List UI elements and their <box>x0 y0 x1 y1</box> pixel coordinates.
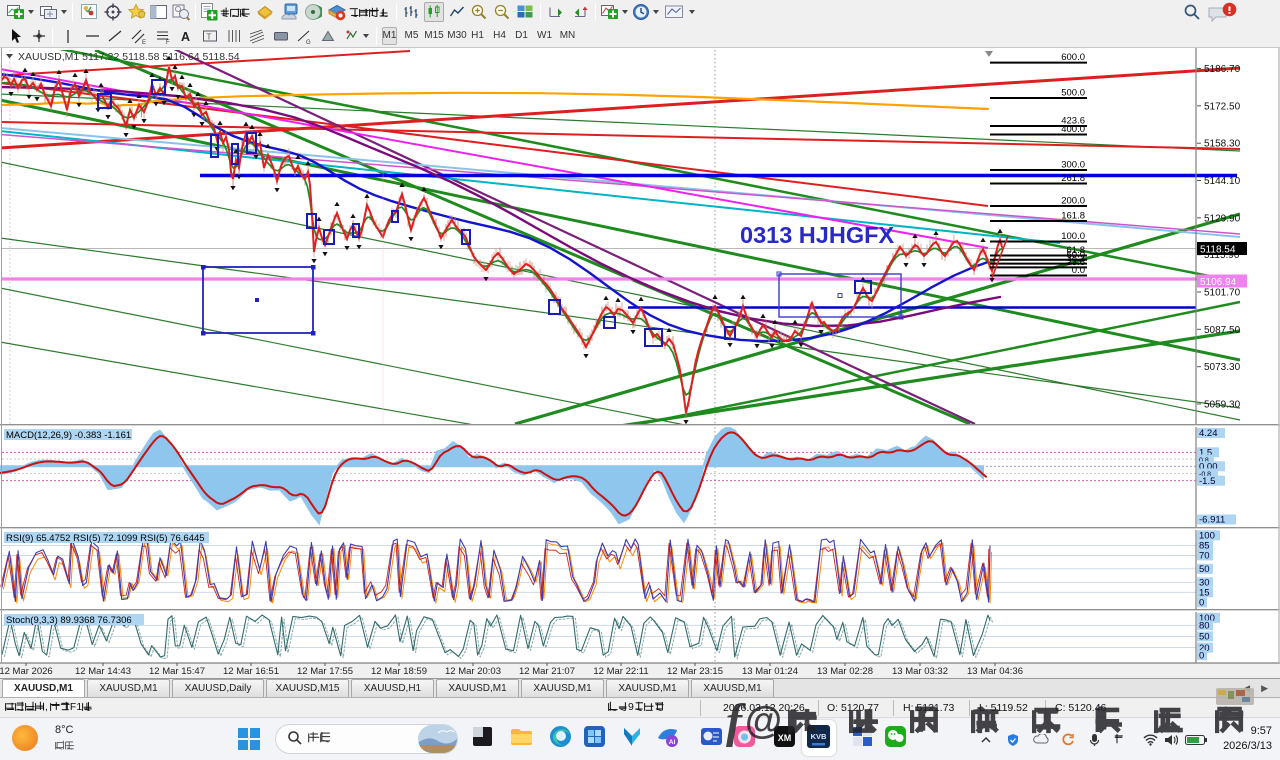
svg-text:G: G <box>306 40 311 45</box>
svg-text:50: 50 <box>1199 632 1210 643</box>
svg-text:200.0: 200.0 <box>1061 196 1085 207</box>
svg-text:70: 70 <box>1199 551 1210 562</box>
svg-text:5073.30: 5073.30 <box>1204 362 1241 373</box>
svg-text:XAUUSD,M1 5117.22 5118.58 511: XAUUSD,M1 5117.22 5118.58 5116.64 5118.5… <box>18 51 240 63</box>
svg-text:AI: AI <box>669 739 676 746</box>
svg-text:F: F <box>166 40 170 45</box>
svg-text:A: A <box>181 30 190 44</box>
svg-text:12 Mar 23:15: 12 Mar 23:15 <box>667 666 723 677</box>
svg-text:5059.30: 5059.30 <box>1204 400 1241 411</box>
svg-text:13 Mar 01:24: 13 Mar 01:24 <box>742 666 798 677</box>
svg-text:13 Mar 02:28: 13 Mar 02:28 <box>817 666 873 677</box>
svg-text:12 Mar 21:07: 12 Mar 21:07 <box>519 666 575 677</box>
svg-text:13 Mar 04:36: 13 Mar 04:36 <box>967 666 1023 677</box>
svg-text:5144.10: 5144.10 <box>1204 176 1241 187</box>
svg-text:RSI(9) 65.4752 RSI(5) 72.1099: RSI(9) 65.4752 RSI(5) 72.1099 RSI(5) 76.… <box>6 533 205 544</box>
svg-text:300.0: 300.0 <box>1061 160 1085 171</box>
svg-text:-1.5: -1.5 <box>1199 476 1215 487</box>
svg-text:12 Mar 20:03: 12 Mar 20:03 <box>445 666 501 677</box>
svg-text:12 Mar 22:11: 12 Mar 22:11 <box>593 666 648 677</box>
svg-text:0: 0 <box>1199 650 1204 661</box>
svg-text:80: 80 <box>1199 621 1210 632</box>
svg-text:E: E <box>142 40 146 45</box>
svg-text:5106.94: 5106.94 <box>1200 277 1237 288</box>
svg-text:4.24: 4.24 <box>1199 428 1218 439</box>
svg-text:5129.90: 5129.90 <box>1204 213 1241 224</box>
svg-text:5101.70: 5101.70 <box>1204 288 1241 299</box>
svg-text:5118.54: 5118.54 <box>1200 245 1236 256</box>
svg-text:500.0: 500.0 <box>1061 88 1085 99</box>
svg-text:12 Mar 15:47: 12 Mar 15:47 <box>149 666 205 677</box>
svg-text:12 Mar 17:55: 12 Mar 17:55 <box>297 666 353 677</box>
svg-text:MACD(12,26,9) -0.383 -1.161: MACD(12,26,9) -0.383 -1.161 <box>6 430 131 441</box>
svg-text:5172.50: 5172.50 <box>1204 101 1241 112</box>
svg-text:5158.30: 5158.30 <box>1204 139 1241 150</box>
svg-text:Stoch(9,3,3) 89.9368 76.7306: Stoch(9,3,3) 89.9368 76.7306 <box>6 615 132 626</box>
svg-text:12 Mar 18:59: 12 Mar 18:59 <box>371 666 427 677</box>
svg-text:12 Mar 16:51: 12 Mar 16:51 <box>223 666 279 677</box>
svg-text:50: 50 <box>1199 564 1210 575</box>
svg-text:5186.70: 5186.70 <box>1204 64 1241 75</box>
svg-text:261.8: 261.8 <box>1061 173 1085 184</box>
svg-text:T: T <box>207 33 212 42</box>
svg-text:100.0: 100.0 <box>1061 231 1085 242</box>
svg-text:5087.50: 5087.50 <box>1204 325 1241 336</box>
svg-text:12 Mar 14:43: 12 Mar 14:43 <box>75 666 131 677</box>
svg-text:0: 0 <box>1199 598 1204 609</box>
svg-text:0313 HJHGFX: 0313 HJHGFX <box>740 222 894 248</box>
svg-text:13 Mar 03:32: 13 Mar 03:32 <box>892 666 948 677</box>
svg-text:400.0: 400.0 <box>1061 124 1085 135</box>
svg-text:600.0: 600.0 <box>1061 52 1085 63</box>
svg-text:0.0: 0.0 <box>1072 265 1085 276</box>
svg-text:161.8: 161.8 <box>1061 211 1085 222</box>
svg-text:12 Mar 2026: 12 Mar 2026 <box>0 666 53 677</box>
svg-text:-6.911: -6.911 <box>1199 515 1225 526</box>
